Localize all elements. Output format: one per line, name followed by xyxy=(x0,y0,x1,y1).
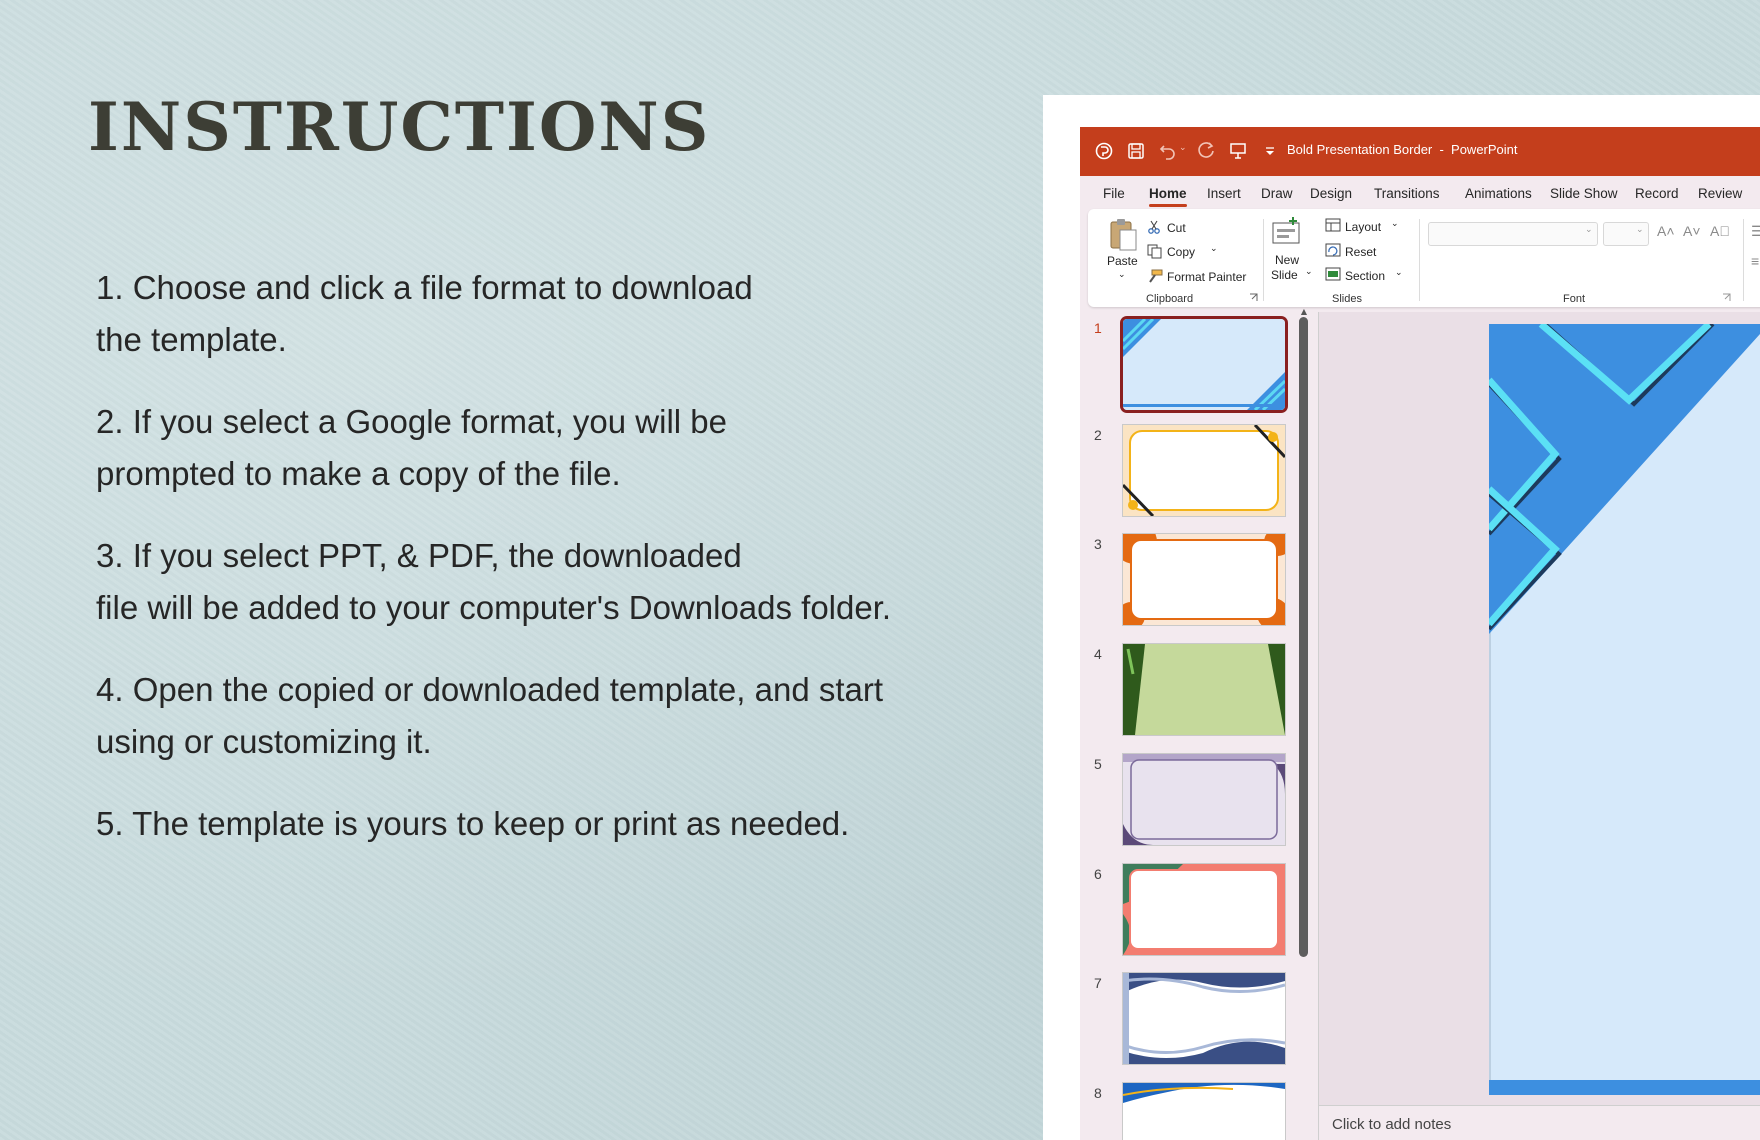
new-slide-dropdown-icon[interactable]: ⌄ xyxy=(1305,266,1313,277)
font-size-dropdown-icon[interactable]: ⌄ xyxy=(1636,224,1644,235)
slide-thumbnail-pane: 1 2 3 4 5 6 7 8 xyxy=(1088,312,1298,1140)
paste-dropdown-icon[interactable]: ⌄ xyxy=(1118,269,1126,280)
font-group-label: Font xyxy=(1563,293,1586,305)
clear-formatting-icon[interactable]: A⃥ xyxy=(1710,223,1730,239)
ribbon-home: Paste ⌄ Cut Copy ⌄ Format Painter Clipbo… xyxy=(1088,209,1760,307)
dialog-launcher-icon[interactable] xyxy=(1249,293,1258,302)
layout-button[interactable]: Layout xyxy=(1345,220,1381,234)
ribbon-separator xyxy=(1419,219,1420,301)
current-slide-design xyxy=(1489,324,1760,1095)
tab-review[interactable]: Review xyxy=(1698,186,1742,201)
slide-thumbnail-5[interactable] xyxy=(1123,754,1285,845)
section-button[interactable]: Section xyxy=(1345,269,1385,283)
slide-thumbnail-2[interactable] xyxy=(1123,425,1285,516)
new-slide-button-line1[interactable]: New xyxy=(1275,253,1299,267)
section-dropdown-icon[interactable]: ⌄ xyxy=(1395,267,1403,278)
title-bar: ⌄ Bold Presentation Border - PowerPoint xyxy=(1080,127,1760,176)
reset-button[interactable]: Reset xyxy=(1345,245,1376,259)
slide-number: 1 xyxy=(1094,320,1102,336)
reset-icon xyxy=(1325,243,1341,257)
notes-placeholder: Click to add notes xyxy=(1332,1116,1452,1133)
slide-thumbnail-6[interactable] xyxy=(1123,864,1285,955)
present-icon[interactable] xyxy=(1228,141,1248,161)
slide-thumbnail-1[interactable] xyxy=(1123,319,1285,410)
new-slide-icon[interactable] xyxy=(1271,217,1303,245)
paste-button[interactable]: Paste xyxy=(1107,254,1138,268)
tab-file[interactable]: File xyxy=(1103,186,1125,201)
layout-icon xyxy=(1325,218,1341,232)
format-painter-icon xyxy=(1149,269,1163,283)
slide-3-preview xyxy=(1123,534,1285,625)
font-name-dropdown-icon[interactable]: ⌄ xyxy=(1585,224,1593,235)
grow-font-icon[interactable]: A˄ xyxy=(1657,223,1675,239)
slide-number: 4 xyxy=(1094,646,1102,662)
current-slide[interactable] xyxy=(1489,324,1760,1095)
cut-icon xyxy=(1148,220,1160,234)
instruction-step-3: 3. If you select PPT, & PDF, the downloa… xyxy=(96,537,892,626)
slide-7-preview xyxy=(1123,973,1285,1064)
window-title: Bold Presentation Border - PowerPoint xyxy=(1287,142,1518,157)
copy-dropdown-icon[interactable]: ⌄ xyxy=(1210,243,1218,254)
instruction-step-2: 2. If you select a Google format, you wi… xyxy=(96,403,727,492)
slide-thumbnail-4[interactable] xyxy=(1123,644,1285,735)
tab-slide-show[interactable]: Slide Show xyxy=(1550,186,1618,201)
instruction-step-5: 5. The template is yours to keep or prin… xyxy=(96,805,850,842)
slide-number: 8 xyxy=(1094,1085,1102,1101)
ribbon-separator xyxy=(1743,219,1744,301)
font-name-dropdown[interactable] xyxy=(1428,222,1598,246)
slide-number: 2 xyxy=(1094,427,1102,443)
slide-number: 7 xyxy=(1094,975,1102,991)
shrink-font-icon[interactable]: A˅ xyxy=(1683,223,1701,239)
tab-transitions[interactable]: Transitions xyxy=(1374,186,1440,201)
slide-pane-scrollbar[interactable] xyxy=(1299,317,1308,957)
slide-6-preview xyxy=(1123,864,1285,955)
ribbon-tabs: File Home Insert Draw Design Transitions… xyxy=(1080,176,1760,209)
instruction-step-4: 4. Open the copied or downloaded templat… xyxy=(96,671,884,760)
tab-design[interactable]: Design xyxy=(1310,186,1352,201)
font-dialog-launcher-icon[interactable] xyxy=(1722,293,1731,302)
clipboard-group-label: Clipboard xyxy=(1146,293,1194,305)
copy-icon xyxy=(1147,244,1162,259)
save-icon[interactable] xyxy=(1126,141,1146,161)
tab-draw[interactable]: Draw xyxy=(1261,186,1293,201)
section-icon xyxy=(1325,267,1341,281)
ribbon-separator xyxy=(1263,219,1264,301)
tab-record[interactable]: Record xyxy=(1635,186,1679,201)
tab-home[interactable]: Home xyxy=(1149,186,1187,207)
notes-pane[interactable]: Click to add notes xyxy=(1319,1105,1760,1140)
slide-5-preview xyxy=(1123,754,1285,845)
slide-number: 6 xyxy=(1094,866,1102,882)
customize-icon[interactable] xyxy=(1260,141,1280,161)
scroll-up-icon[interactable]: ▲ xyxy=(1299,307,1309,316)
instruction-step-1: 1. Choose and click a file format to dow… xyxy=(96,269,753,358)
instruction-list: 1. Choose and click a file format to dow… xyxy=(96,262,996,880)
cut-button[interactable]: Cut xyxy=(1167,221,1186,235)
layout-dropdown-icon[interactable]: ⌄ xyxy=(1391,218,1399,229)
powerpoint-window: ⌄ Bold Presentation Border - PowerPoint … xyxy=(1080,127,1760,1140)
redo-icon[interactable] xyxy=(1196,141,1216,161)
slide-number: 5 xyxy=(1094,756,1102,772)
autosave-icon[interactable] xyxy=(1094,141,1114,161)
slide-1-preview xyxy=(1123,319,1285,410)
slide-thumbnail-3[interactable] xyxy=(1123,534,1285,625)
bullets-icon[interactable]: ☰ xyxy=(1751,223,1760,240)
slide-thumbnail-8[interactable] xyxy=(1123,1083,1285,1140)
paste-icon[interactable] xyxy=(1107,217,1139,253)
tab-insert[interactable]: Insert xyxy=(1207,186,1241,201)
slide-thumbnail-7[interactable] xyxy=(1123,973,1285,1064)
page-title: INSTRUCTIONS xyxy=(88,88,711,166)
copy-button[interactable]: Copy xyxy=(1167,245,1195,259)
slide-8-preview xyxy=(1123,1083,1285,1140)
format-painter-button[interactable]: Format Painter xyxy=(1167,270,1246,284)
slide-2-preview xyxy=(1123,425,1285,516)
slides-group-label: Slides xyxy=(1332,293,1362,305)
new-slide-button-line2[interactable]: Slide xyxy=(1271,268,1298,282)
slide-number: 3 xyxy=(1094,536,1102,552)
slide-4-preview xyxy=(1123,644,1285,735)
tab-animations[interactable]: Animations xyxy=(1465,186,1532,201)
align-left-icon[interactable]: ≡ xyxy=(1751,253,1759,269)
undo-icon[interactable] xyxy=(1158,141,1178,161)
